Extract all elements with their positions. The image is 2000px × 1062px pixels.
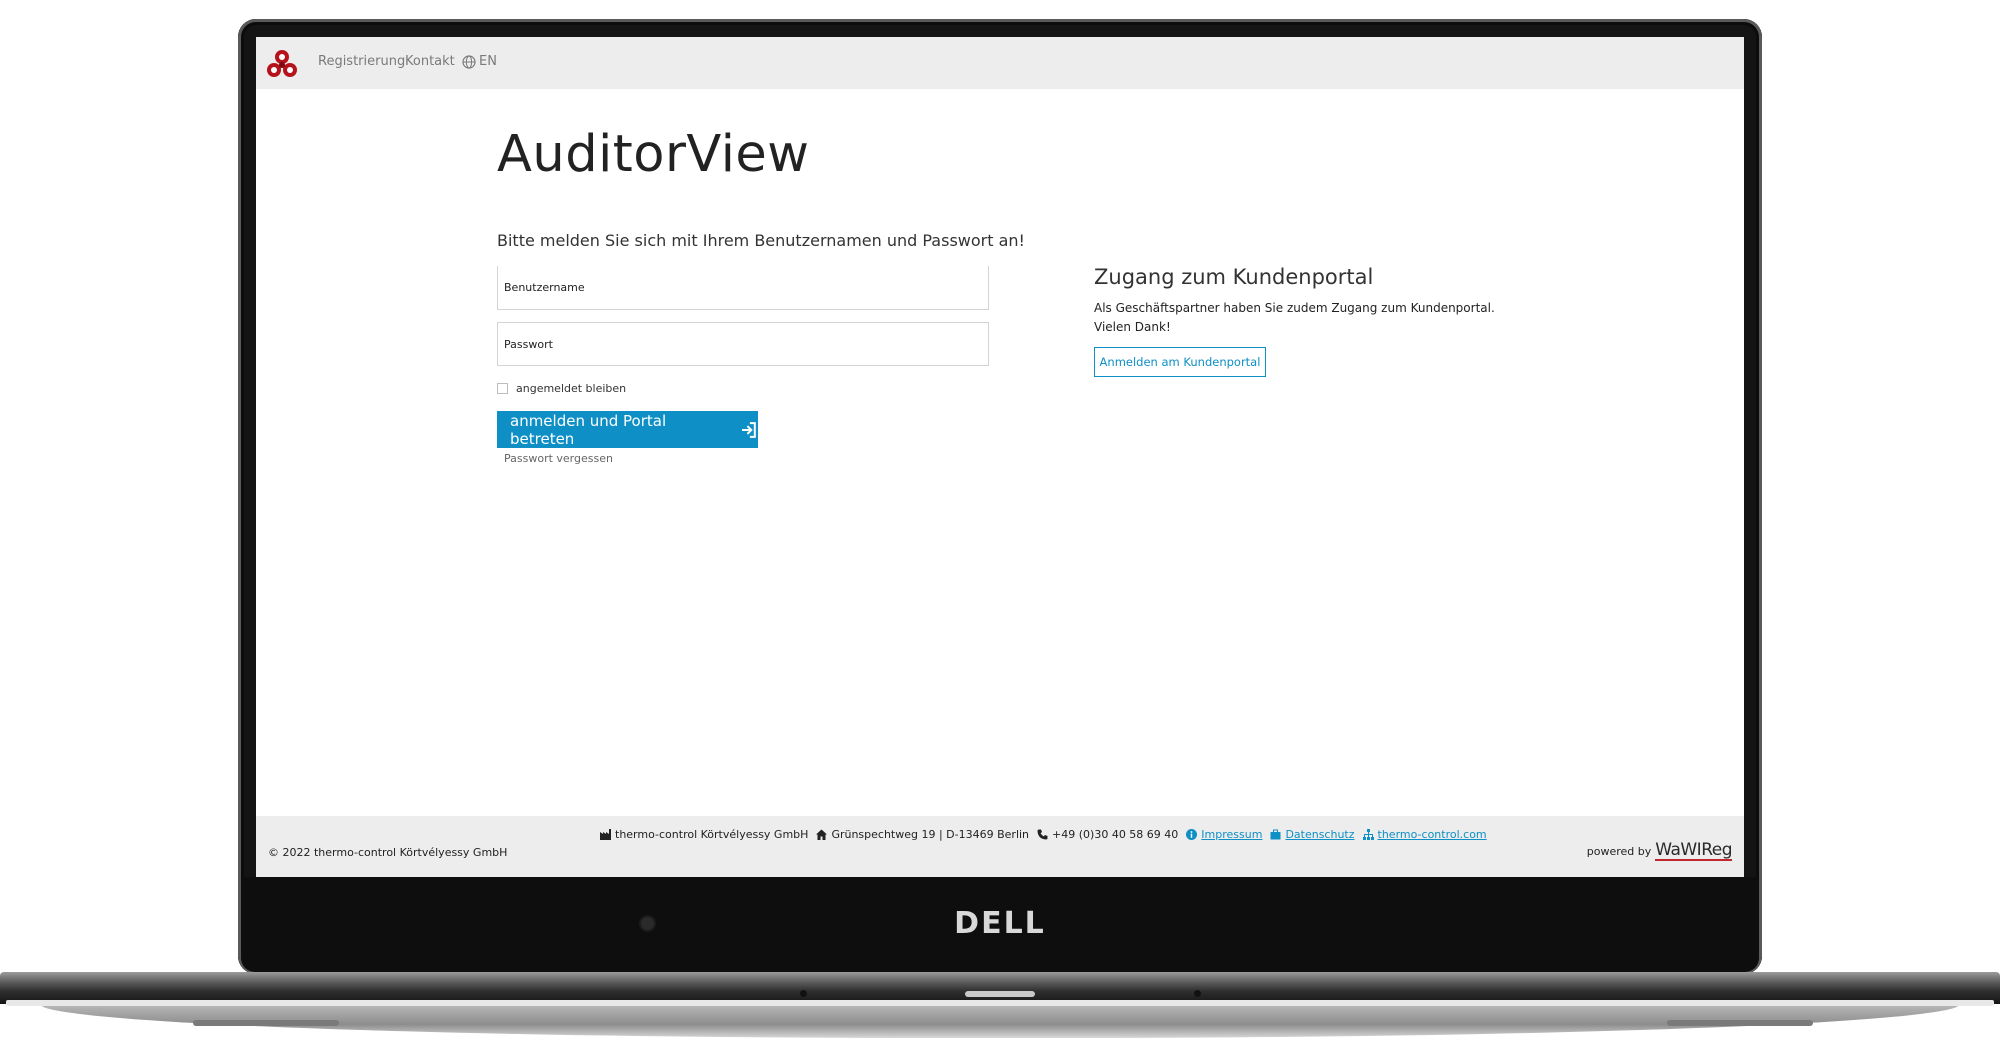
company-logo-icon[interactable] <box>265 47 299 81</box>
globe-icon[interactable] <box>462 55 476 69</box>
info-circle-icon <box>1186 829 1198 840</box>
laptop-brand-logo: DELL <box>954 906 1046 941</box>
powered-by-label: powered by <box>1586 845 1652 858</box>
nav-link-registrierung[interactable]: Registrierung <box>318 54 405 69</box>
footer-imprint-link[interactable]: Impressum <box>1201 828 1262 841</box>
login-submit-button[interactable]: anmelden und Portal betreten <box>497 411 758 448</box>
footer-phone: +49 (0)30 40 58 69 40 <box>1052 828 1179 841</box>
footer-website-link[interactable]: thermo-control.com <box>1378 828 1487 841</box>
username-input[interactable] <box>497 266 989 310</box>
briefcase-icon <box>1270 829 1281 840</box>
browser-viewport: Registrierung Kontakt EN AuditorView Bit… <box>256 37 1744 877</box>
footer-contact-info: thermo-control Körtvélyessy GmbH Grünspe… <box>600 828 1487 841</box>
remember-me-checkbox[interactable] <box>497 383 508 394</box>
laptop-lid-notch <box>965 991 1035 997</box>
forgot-password-link[interactable]: Passwort vergessen <box>504 452 613 465</box>
customer-portal-text: Als Geschäftspartner haben Sie zudem Zug… <box>1094 301 1495 334</box>
phone-icon <box>1037 829 1048 840</box>
powered-by: powered by WaWIReg <box>1587 842 1732 861</box>
footer-copyright: © 2022 thermo-control Körtvélyessy GmbH <box>268 846 508 859</box>
webcam <box>641 917 654 930</box>
nav-language-switch[interactable]: EN <box>479 54 497 69</box>
laptop-foot <box>1667 1020 1813 1026</box>
footer-privacy-link[interactable]: Datenschutz <box>1285 828 1354 841</box>
customer-portal-login-button[interactable]: Anmelden am Kundenportal <box>1094 347 1266 377</box>
factory-icon <box>600 829 611 840</box>
password-input[interactable] <box>497 322 989 366</box>
page-footer: thermo-control Körtvélyessy GmbH Grünspe… <box>256 816 1744 877</box>
footer-company: thermo-control Körtvélyessy GmbH <box>615 828 809 841</box>
laptop-foot <box>193 1020 339 1026</box>
login-submit-label: anmelden und Portal betreten <box>510 411 667 448</box>
sign-in-icon <box>742 421 757 438</box>
footer-address: Grünspechtweg 19 | D-13469 Berlin <box>831 828 1030 841</box>
hinge-dot <box>800 990 807 997</box>
remember-me-label[interactable]: angemeldet bleiben <box>516 382 626 395</box>
sitemap-icon <box>1362 829 1374 840</box>
laptop-base-edge <box>6 1000 1994 1006</box>
hinge-dot <box>1194 990 1201 997</box>
nav-link-kontakt[interactable]: Kontakt <box>405 54 455 69</box>
login-instructions: Bitte melden Sie sich mit Ihrem Benutzer… <box>497 231 1025 250</box>
page-title: AuditorView <box>497 125 810 184</box>
customer-portal-heading: Zugang zum Kundenportal <box>1094 265 1374 289</box>
wawireg-logo[interactable]: WaWIReg <box>1655 842 1732 861</box>
home-icon <box>816 829 828 840</box>
top-navbar: Registrierung Kontakt EN <box>256 37 1744 89</box>
